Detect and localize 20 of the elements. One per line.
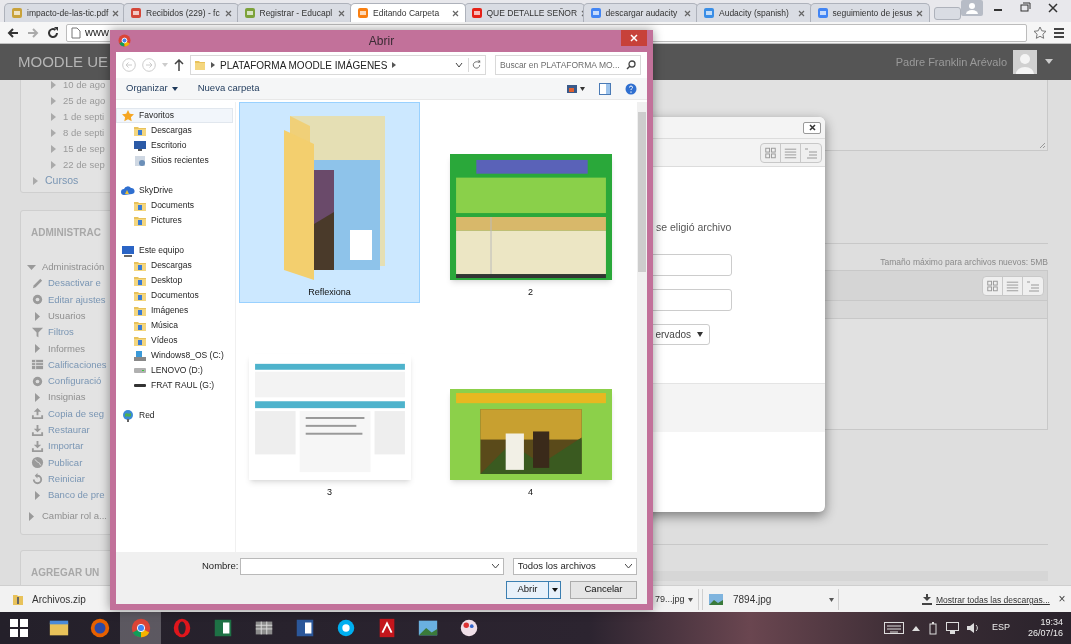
tab-title: Registrar - Educapl: [259, 6, 334, 20]
file-name: 3: [327, 485, 332, 499]
panel-title: ADMINISTRAC: [31, 227, 101, 238]
tab-title: seguimiento de jesus: [832, 6, 913, 20]
tab-title: Audacity (spanish): [719, 6, 790, 20]
tab-title: Editando Carpeta: [373, 6, 441, 20]
panel-title: AGREGAR UN: [31, 567, 100, 578]
max-size-note: Tamaño máximo para archivos nuevos: 5MB: [880, 257, 1048, 267]
select-value: ervados: [655, 328, 691, 342]
tab-title: QUE DETALLE SEÑOR: [486, 6, 578, 20]
file-name-label: Nombre:: [202, 558, 239, 573]
tab-title: Recibidos (229) - fc: [146, 6, 221, 20]
file-name: 2: [528, 285, 533, 299]
address-text: www: [85, 25, 109, 41]
file-name: Reflexiona: [308, 285, 351, 299]
tab-title: descargar audacity: [605, 6, 679, 20]
dialog-title: Abrir: [368, 33, 395, 50]
file-name: 4: [528, 485, 533, 499]
file-status-text: se eligió archivo: [656, 220, 732, 235]
tab-title: impacto-de-las-tic.pdf: [27, 6, 109, 20]
